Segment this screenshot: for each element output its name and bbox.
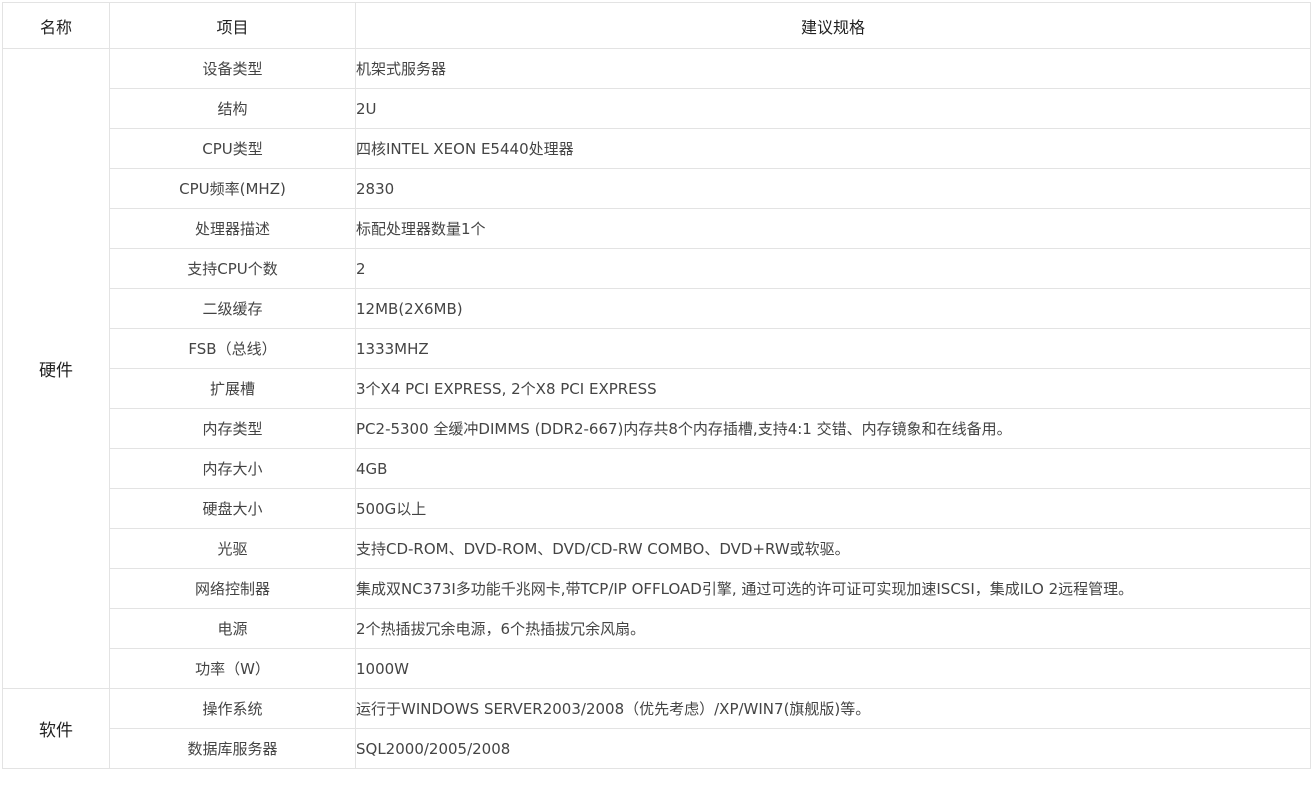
- item-cell: 结构: [109, 88, 356, 129]
- spec-cell: SQL2000/2005/2008: [355, 728, 1311, 769]
- spec-cell: 12MB(2X6MB): [355, 288, 1311, 329]
- item-cell: 硬盘大小: [109, 488, 356, 529]
- table-row: 硬件 设备类型 机架式服务器: [2, 48, 1311, 689]
- table-row: 内存类型 PC2-5300 全缓冲DIMMS (DDR2-667)内存共8个内存…: [3, 408, 1311, 449]
- item-cell: 光驱: [109, 528, 356, 569]
- table-row: 电源 2个热插拔冗余电源，6个热插拔冗余风扇。: [3, 608, 1311, 649]
- item-cell: FSB（总线）: [109, 328, 356, 369]
- header-name: 名称: [2, 2, 110, 49]
- item-cell: CPU频率(MHZ): [109, 168, 356, 209]
- table-row: CPU类型 四核INTEL XEON E5440处理器: [3, 128, 1311, 169]
- item-cell: CPU类型: [109, 128, 356, 169]
- spec-cell: 1000W: [355, 648, 1311, 689]
- table-row: 硬盘大小 500G以上: [3, 488, 1311, 529]
- spec-cell: 500G以上: [355, 488, 1311, 529]
- table-row: 光驱 支持CD-ROM、DVD-ROM、DVD/CD-RW COMBO、DVD+…: [3, 528, 1311, 569]
- spec-cell: 3个X4 PCI EXPRESS, 2个X8 PCI EXPRESS: [355, 368, 1311, 409]
- item-cell: 内存大小: [109, 448, 356, 489]
- spec-cell: 支持CD-ROM、DVD-ROM、DVD/CD-RW COMBO、DVD+RW或…: [355, 528, 1311, 569]
- spec-table: 名称 项目 建议规格 硬件 设备类型 机架式服务器 结构 2U CPU类型 四核…: [2, 2, 1311, 769]
- item-cell: 数据库服务器: [109, 728, 356, 769]
- table-row: 处理器描述 标配处理器数量1个: [3, 208, 1311, 249]
- spec-cell: 集成双NC373I多功能千兆网卡,带TCP/IP OFFLOAD引擎, 通过可选…: [355, 568, 1311, 609]
- table-body: 硬件 设备类型 机架式服务器 结构 2U CPU类型 四核INTEL XEON …: [2, 48, 1311, 769]
- spec-cell: 机架式服务器: [355, 48, 1311, 89]
- spec-cell: 运行于WINDOWS SERVER2003/2008（优先考虑）/XP/WIN7…: [355, 688, 1311, 729]
- table-row: 结构 2U: [3, 88, 1311, 129]
- spec-cell: 2830: [355, 168, 1311, 209]
- table-row: 数据库服务器 SQL2000/2005/2008: [3, 728, 1311, 769]
- table-row: FSB（总线） 1333MHZ: [3, 328, 1311, 369]
- table-row: CPU频率(MHZ) 2830: [3, 168, 1311, 209]
- category-hardware: 硬件: [2, 48, 110, 689]
- table-row: 内存大小 4GB: [3, 448, 1311, 489]
- table-row: 支持CPU个数 2: [3, 248, 1311, 289]
- spec-cell: 4GB: [355, 448, 1311, 489]
- header-spec: 建议规格: [355, 2, 1311, 49]
- item-cell: 功率（W）: [109, 648, 356, 689]
- header-item: 项目: [109, 2, 356, 49]
- spec-cell: 1333MHZ: [355, 328, 1311, 369]
- item-cell: 二级缓存: [109, 288, 356, 329]
- table-row: 软件 操作系统 运行于WINDOWS SERVER2003/2008（优先考虑）…: [2, 688, 1311, 769]
- table-header: 名称 项目 建议规格: [2, 2, 1311, 49]
- table-row: 功率（W） 1000W: [3, 648, 1311, 689]
- item-cell: 设备类型: [109, 48, 356, 89]
- table-row: 网络控制器 集成双NC373I多功能千兆网卡,带TCP/IP OFFLOAD引擎…: [3, 568, 1311, 609]
- spec-cell: 标配处理器数量1个: [355, 208, 1311, 249]
- item-cell: 处理器描述: [109, 208, 356, 249]
- spec-cell: 2U: [355, 88, 1311, 129]
- table-row: 扩展槽 3个X4 PCI EXPRESS, 2个X8 PCI EXPRESS: [3, 368, 1311, 409]
- table-row: 二级缓存 12MB(2X6MB): [3, 288, 1311, 329]
- item-cell: 支持CPU个数: [109, 248, 356, 289]
- item-cell: 扩展槽: [109, 368, 356, 409]
- spec-cell: PC2-5300 全缓冲DIMMS (DDR2-667)内存共8个内存插槽,支持…: [355, 408, 1311, 449]
- spec-cell: 2: [355, 248, 1311, 289]
- item-cell: 内存类型: [109, 408, 356, 449]
- item-cell: 网络控制器: [109, 568, 356, 609]
- item-cell: 电源: [109, 608, 356, 649]
- spec-cell: 四核INTEL XEON E5440处理器: [355, 128, 1311, 169]
- header-row: 名称 项目 建议规格: [2, 2, 1311, 49]
- spec-cell: 2个热插拔冗余电源，6个热插拔冗余风扇。: [355, 608, 1311, 649]
- item-cell: 操作系统: [109, 688, 356, 729]
- category-software: 软件: [2, 688, 110, 769]
